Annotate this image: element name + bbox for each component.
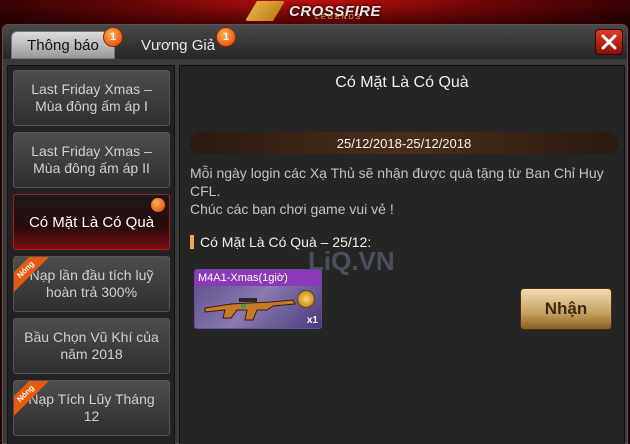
event-description: Mỗi ngày login các Xạ Thủ sẽ nhận được q… (190, 164, 610, 218)
event-date-range: 25/12/2018-25/12/2018 (190, 132, 618, 154)
sidebar-item-label: Nạp Tích Lũy Tháng 12 (28, 391, 155, 424)
description-line: Mỗi ngày login các Xạ Thủ sẽ nhận được q… (190, 165, 604, 199)
tab-label: Vương Giả (140, 36, 216, 54)
section-marker (190, 235, 194, 249)
sidebar-item-co-mat-la-co-qua[interactable]: Có Mặt Là Có Quà (13, 194, 170, 250)
tab-notification-badge: 1 (216, 27, 236, 47)
event-content: Có Mặt Là Có Quà 25/12/2018-25/12/2018 M… (179, 65, 625, 444)
sidebar-item-label: Last Friday Xmas – Mùa đông ấm áp II (31, 143, 152, 176)
event-title: Có Mặt Là Có Quà (335, 74, 469, 91)
logo-subtext: LEGENDS (315, 14, 363, 21)
description-line: Chúc các bạn chơi game vui vẻ ! (190, 201, 394, 217)
reward-item-name: M4A1-Xmas(1giờ) (195, 270, 321, 286)
sidebar-item-label: Có Mặt Là Có Quà (28, 213, 155, 231)
sidebar-item-bau-chon-vu-khi[interactable]: Bầu Chọn Vũ Khí của năm 2018 (13, 318, 170, 374)
sidebar-item-xmas-2[interactable]: Last Friday Xmas – Mùa đông ấm áp II (13, 132, 170, 188)
claim-button[interactable]: Nhận (520, 288, 612, 330)
event-sidebar: Last Friday Xmas – Mùa đông ấm áp I Last… (7, 65, 175, 444)
close-icon (601, 34, 617, 50)
sidebar-item-label: Bầu Chọn Vũ Khí của năm 2018 (24, 329, 159, 362)
tab-label: Thông báo (27, 36, 99, 54)
sidebar-item-xmas-1[interactable]: Last Friday Xmas – Mùa đông ấm áp I (13, 70, 170, 126)
sidebar-item-label: Last Friday Xmas – Mùa đông ấm áp I (31, 81, 152, 114)
logo-emblem-icon (245, 1, 285, 21)
rank-emblem-icon (297, 290, 315, 308)
reward-item-card[interactable]: M4A1-Xmas(1giờ) x1 (194, 269, 322, 329)
sidebar-item-label: Nạp lần đầu tích luỹ hoàn trả 300% (29, 267, 154, 300)
tab-notification-badge: 1 (103, 27, 123, 47)
sidebar-item-nap-tich-luy[interactable]: Nóng Nạp Tích Lũy Tháng 12 (13, 380, 170, 436)
rifle-icon (204, 298, 296, 321)
game-logo: CROSSFIRE LEGENDS (245, 0, 395, 22)
reward-quantity: x1 (306, 315, 318, 326)
new-indicator-dot (151, 198, 165, 212)
close-button[interactable] (595, 29, 623, 55)
tab-thong-bao[interactable]: Thông báo (11, 31, 115, 59)
sidebar-item-nap-lan-dau[interactable]: Nóng Nạp lần đầu tích luỹ hoàn trả 300% (13, 256, 170, 312)
tab-bar: Thông báo 1 Vương Giả 1 (3, 25, 627, 59)
event-window: Thông báo 1 Vương Giả 1 Last Friday Xmas… (2, 24, 628, 444)
